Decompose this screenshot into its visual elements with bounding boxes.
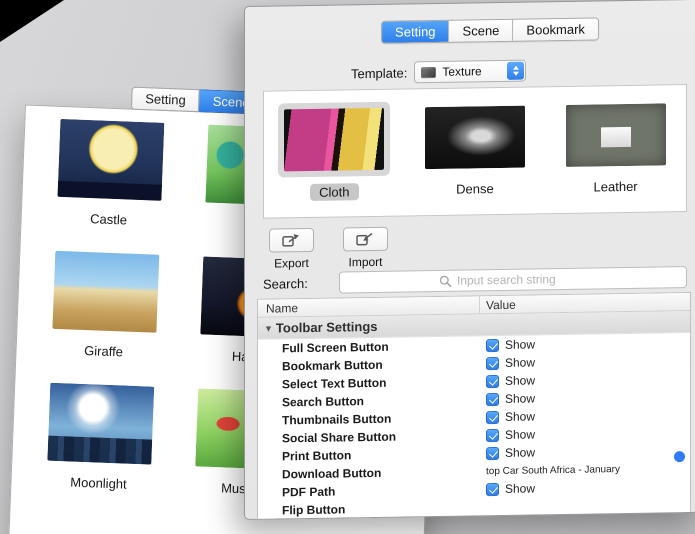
template-chooser: Cloth Dense Leather [263,84,687,219]
show-checkbox[interactable] [486,392,499,406]
row-name: Print Button [282,448,352,464]
tab-bookmark[interactable]: Bookmark [512,18,598,41]
tab-setting[interactable]: Setting [382,20,449,43]
column-divider[interactable] [479,296,480,314]
template-label-leather: Leather [593,178,638,195]
desktop-background: Setting Scene Castle Clas Giraffe [0,0,695,534]
tab-scene[interactable]: Scene [448,19,513,42]
search-label: Search: [263,275,308,292]
scene-item-moonlight[interactable]: Moonlight [38,382,161,518]
template-thumbnail-cloth[interactable] [284,107,385,172]
checkbox-label: Show [505,409,536,424]
scene-thumbnail-castle[interactable] [57,118,165,201]
show-checkbox[interactable] [486,338,499,352]
show-checkbox[interactable] [486,428,499,442]
scene-item-castle[interactable]: Castle [48,118,171,255]
row-name: Search Button [282,394,365,410]
group-label: Toolbar Settings [275,318,378,336]
show-checkbox[interactable] [486,482,499,496]
template-item-dense[interactable]: Dense [405,87,546,215]
import-icon [355,232,372,246]
search-input[interactable] [457,271,587,288]
scene-label: Giraffe [83,342,124,360]
show-checkbox[interactable] [486,374,499,388]
download-filename-value[interactable]: top Car South Africa - January [486,464,620,477]
checkbox-label: Show [505,481,536,496]
row-name: Flip Button [282,502,346,518]
settings-window: Setting Scene Bookmark Template: Texture… [244,0,695,520]
settings-window-tab-bar: Setting Scene Bookmark [381,17,599,44]
checkbox-label: Show [505,355,536,370]
export-button[interactable] [269,227,314,253]
export-icon [281,234,299,247]
column-header-name: Name [266,301,299,316]
show-checkbox[interactable] [486,356,499,370]
checkbox-label: Show [505,445,536,460]
show-checkbox[interactable] [486,446,499,460]
template-dropdown[interactable]: Texture [414,59,527,84]
scene-label: Castle [89,211,128,228]
background-corner [0,0,64,42]
scene-thumbnail-giraffe[interactable] [52,250,160,333]
import-button[interactable] [343,226,388,252]
template-label-cloth: Cloth [310,183,359,201]
texture-icon [421,66,437,78]
row-name: Select Text Button [282,375,387,392]
row-name: Full Screen Button [282,339,389,356]
scene-label: Moonlight [70,474,127,492]
column-header-value: Value [486,297,516,313]
show-checkbox[interactable] [486,410,499,424]
checkbox-label: Show [505,427,536,442]
tab-setting[interactable]: Setting [130,86,201,113]
template-item-leather[interactable]: Leather [545,85,686,213]
row-name: Thumbnails Button [282,411,392,428]
template-thumbnail-leather[interactable] [565,103,666,167]
row-name: Bookmark Button [282,357,383,374]
import-label: Import [348,254,383,270]
template-item-cloth[interactable]: Cloth [264,89,405,217]
template-selection-highlight [278,101,391,178]
row-name: Social Share Button [282,429,397,446]
row-name: PDF Path [282,484,336,500]
search-icon [439,275,452,287]
template-label-dense: Dense [456,181,494,197]
template-label: Template: [351,64,408,81]
template-thumb-wrap [419,99,531,175]
checkbox-label: Show [505,373,536,388]
dropdown-stepper-icon[interactable] [507,61,525,80]
template-dropdown-value: Texture [442,64,482,79]
settings-table: Name Value ▼ Toolbar Settings Full Scree… [257,291,691,520]
row-name: Download Button [282,465,382,482]
template-thumb-wrap [560,97,672,173]
template-thumbnail-dense[interactable] [424,105,525,170]
search-field[interactable] [339,266,687,294]
search-row: Search: [263,266,687,295]
scene-item-giraffe[interactable]: Giraffe [43,250,166,387]
checkbox-label: Show [505,337,536,352]
import-export-buttons: Export Import [269,226,388,271]
scene-thumbnail-moonlight[interactable] [47,382,155,465]
template-row: Template: Texture [351,59,527,85]
export-label: Export [274,255,309,271]
checkbox-label: Show [505,391,536,406]
disclosure-triangle-icon[interactable]: ▼ [264,323,273,333]
